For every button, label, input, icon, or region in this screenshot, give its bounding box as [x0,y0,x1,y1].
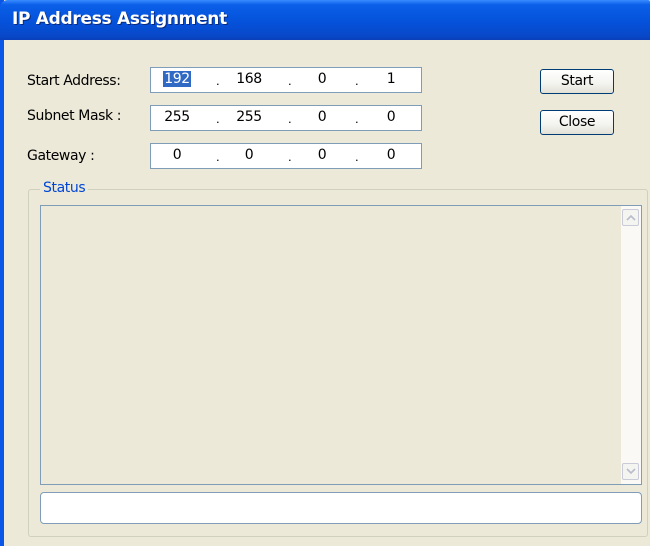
separator: . [216,149,220,164]
separator: . [216,73,220,88]
gateway-label: Gateway : [27,148,95,164]
separator: . [355,73,359,88]
subnet-octet-3[interactable]: 0 [302,109,342,125]
status-message-field[interactable] [40,492,642,524]
separator: . [216,111,220,126]
status-log[interactable] [40,205,642,485]
subnet-mask-field[interactable]: 255 . 255 . 0 . 0 [150,105,422,131]
subnet-octet-2[interactable]: 255 [229,109,269,125]
subnet-octet-4[interactable]: 0 [371,109,411,125]
close-button[interactable]: Close [540,110,614,135]
start-octet-4[interactable]: 1 [371,71,411,87]
separator: . [288,149,292,164]
separator: . [355,111,359,126]
window-title: IP Address Assignment [12,9,227,29]
separator: . [288,111,292,126]
subnet-octet-1[interactable]: 255 [157,109,197,125]
chevron-down-icon[interactable] [622,463,639,480]
start-octet-2[interactable]: 168 [229,71,269,87]
vertical-scrollbar[interactable] [621,206,641,484]
start-octet-1[interactable]: 192 [157,71,197,87]
status-group-label: Status [40,180,89,196]
separator: . [355,149,359,164]
start-address-field[interactable]: 192 . 168 . 0 . 1 [150,67,422,93]
gateway-octet-2[interactable]: 0 [229,147,269,163]
chevron-up-icon[interactable] [622,209,639,226]
ip-assignment-window: IP Address Assignment Start Address: 192… [0,0,650,546]
gateway-octet-3[interactable]: 0 [302,147,342,163]
gateway-octet-4[interactable]: 0 [371,147,411,163]
gateway-field[interactable]: 0 . 0 . 0 . 0 [150,143,422,169]
start-button[interactable]: Start [540,69,614,94]
separator: . [288,73,292,88]
subnet-mask-label: Subnet Mask : [27,108,122,124]
start-octet-3[interactable]: 0 [302,71,342,87]
start-address-label: Start Address: [27,73,121,89]
title-bar[interactable]: IP Address Assignment [0,0,650,40]
gateway-octet-1[interactable]: 0 [157,147,197,163]
